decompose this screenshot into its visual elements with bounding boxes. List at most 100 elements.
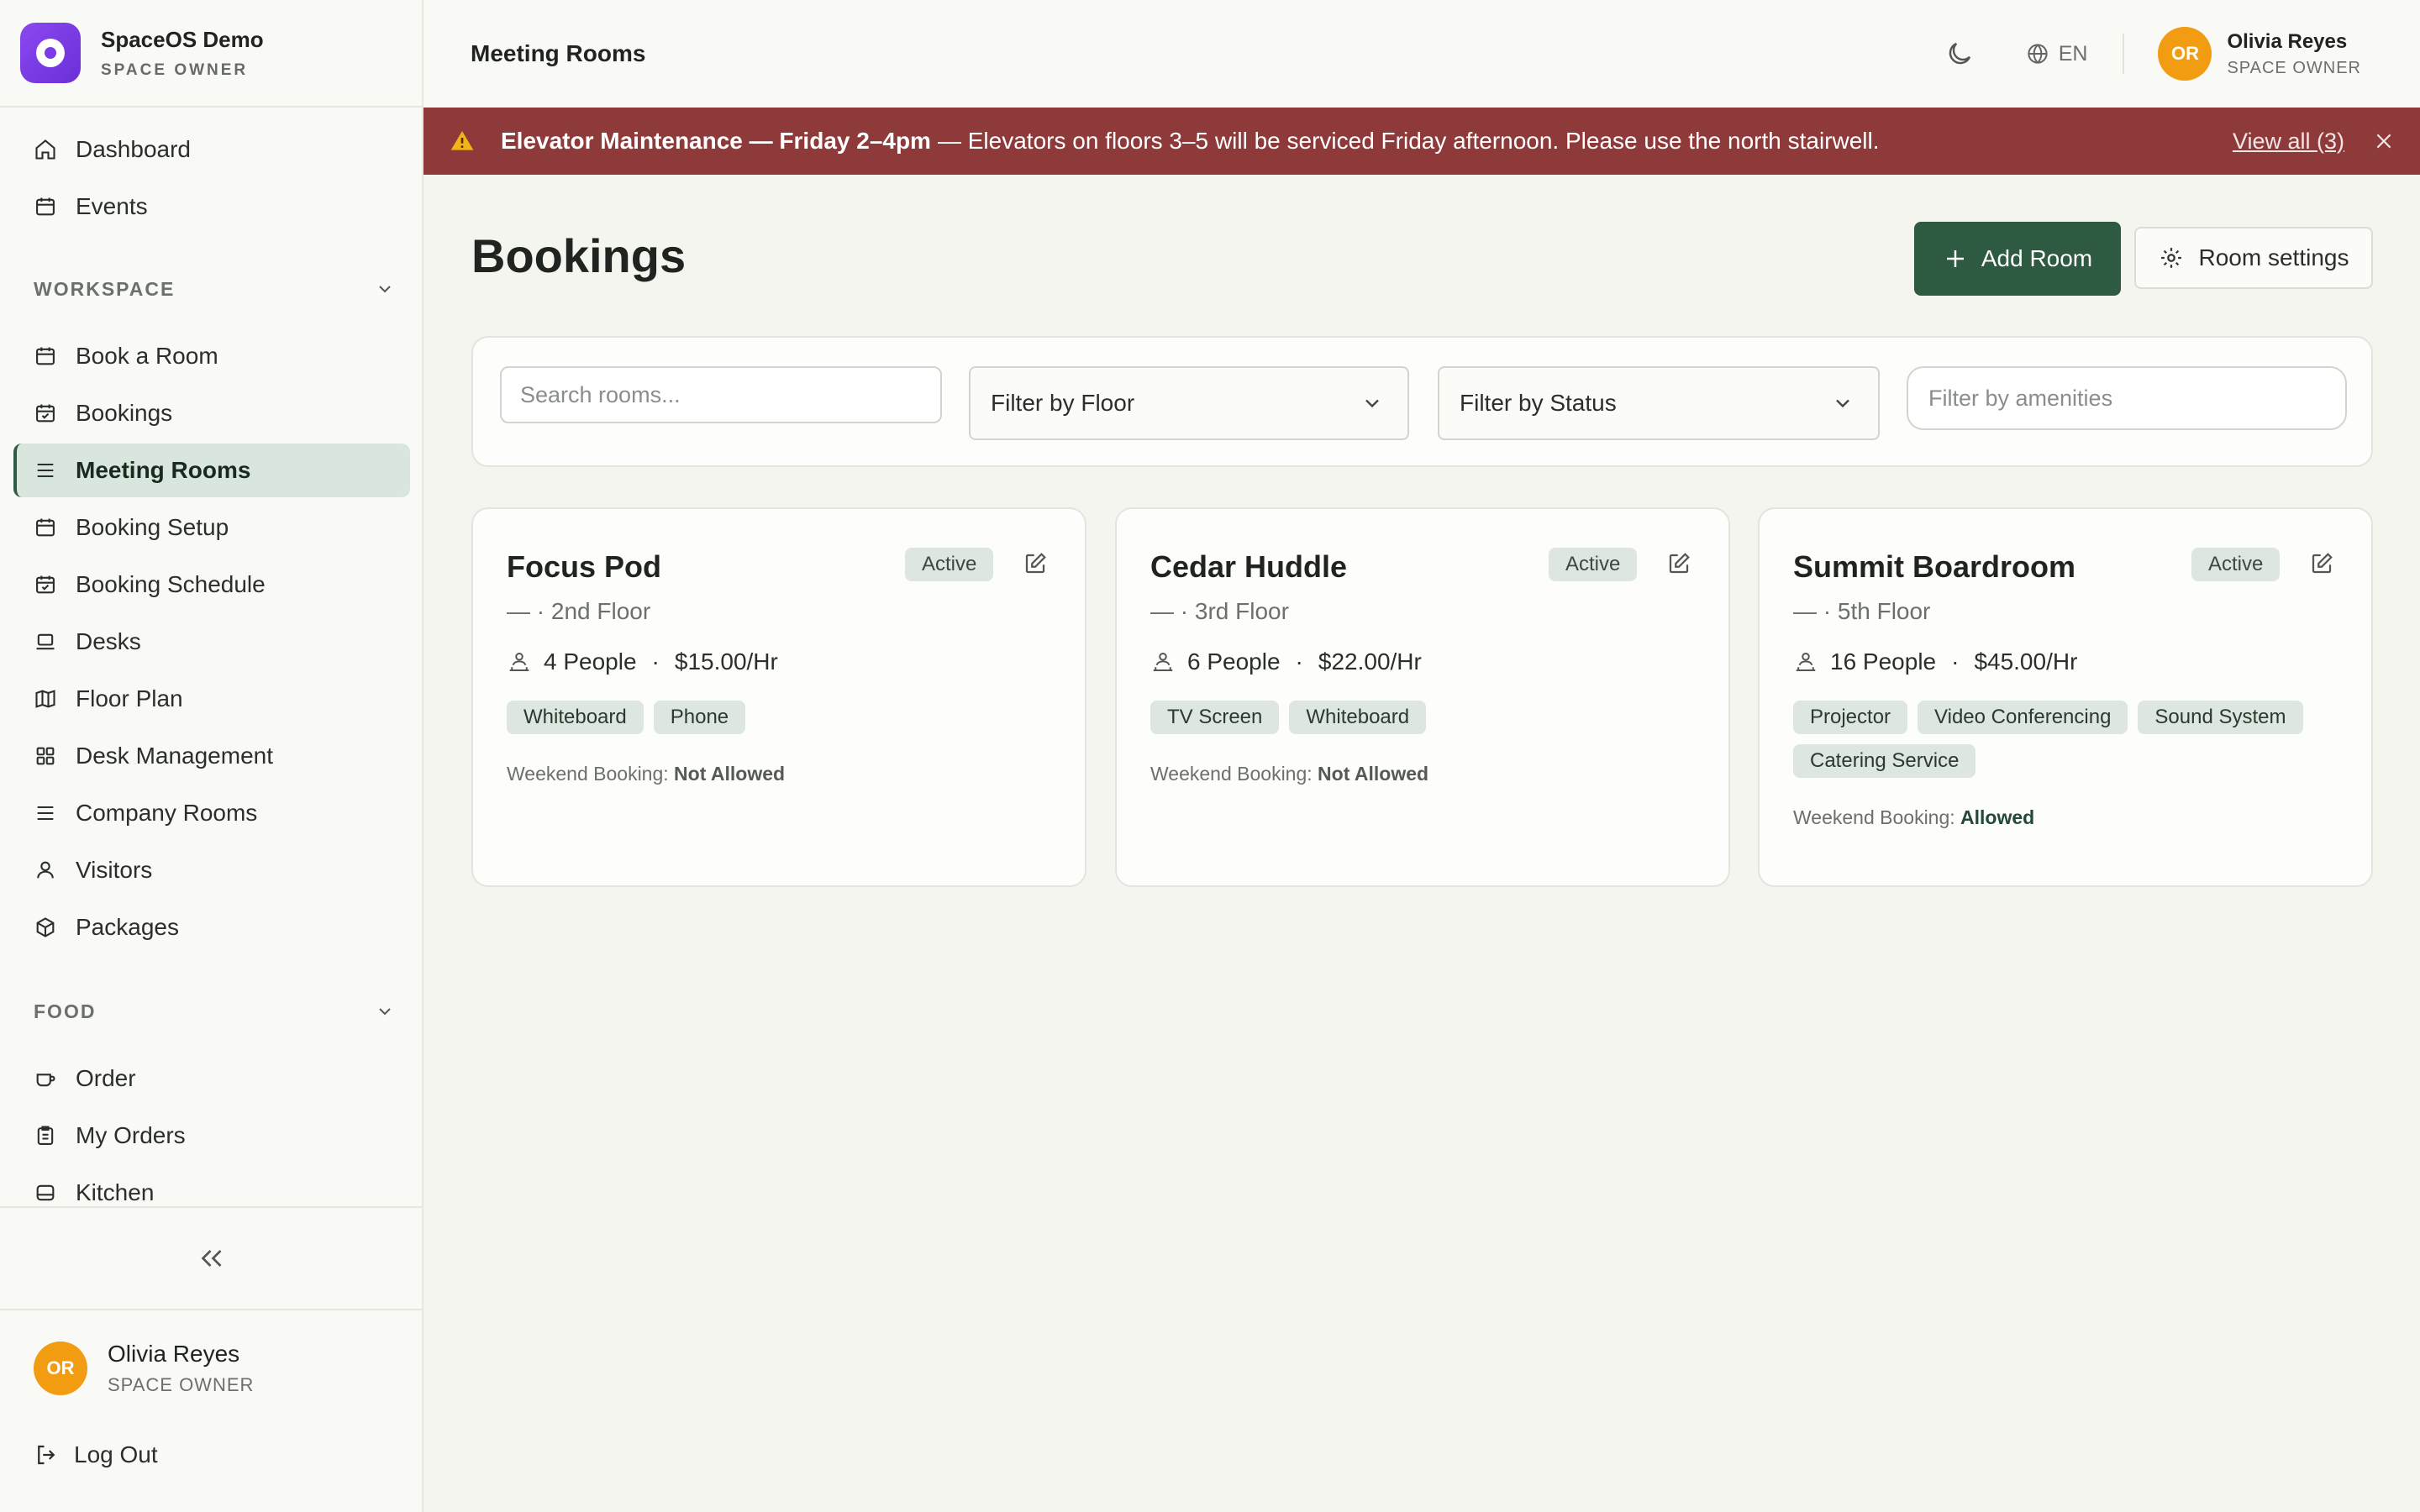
room-price: $22.00/Hr: [1318, 648, 1422, 675]
gear-icon: [2160, 248, 2181, 268]
amenity-tag: Phone: [653, 701, 746, 734]
divider: [2123, 34, 2125, 74]
sidebar-item-order[interactable]: Order: [13, 1052, 410, 1105]
weekend-booking-label: Weekend Booking:: [507, 763, 669, 785]
sidebar-item-desk-management[interactable]: Desk Management: [13, 729, 410, 783]
amenity-tags: Projector Video Conferencing Sound Syste…: [1793, 701, 2348, 778]
logout-icon: [38, 1445, 55, 1465]
people-icon: [1796, 653, 1816, 671]
avatar[interactable]: OR: [2158, 27, 2212, 81]
sidebar-item-label: My Orders: [76, 1122, 186, 1148]
add-room-label: Add Room: [1981, 245, 2093, 271]
sidebar-item-book-a-room[interactable]: Book a Room: [13, 329, 410, 383]
section-food-header[interactable]: FOOD: [34, 995, 395, 1028]
room-card[interactable]: Cedar Huddle Active — · 3rd Floor 6 Peop…: [1115, 507, 1730, 887]
sidebar-item-label: Packages: [76, 914, 179, 940]
calendar-icon: [36, 347, 55, 365]
logout-button[interactable]: Log Out: [34, 1441, 158, 1468]
room-capacity: 16 People: [1830, 648, 1937, 675]
sidebar-user[interactable]: OR Olivia Reyes SPACE OWNER: [34, 1341, 254, 1396]
moon-icon[interactable]: [1944, 39, 1975, 69]
collapse-sidebar-button[interactable]: [0, 1206, 424, 1310]
section-workspace-header[interactable]: WORKSPACE: [34, 272, 395, 306]
sidebar-item-label: Desk Management: [76, 743, 274, 769]
add-room-button[interactable]: Add Room: [1914, 222, 2121, 296]
room-capacity: 4 People: [544, 648, 637, 675]
sidebar-item-company-rooms[interactable]: Company Rooms: [13, 786, 410, 840]
room-floor: — · 2nd Floor: [507, 598, 651, 624]
chevron-down-icon: [1836, 399, 1849, 408]
sidebar-item-kitchen[interactable]: Kitchen: [13, 1166, 410, 1205]
people-icon: [1153, 653, 1173, 671]
sidebar-item-booking-setup[interactable]: Booking Setup: [13, 501, 410, 554]
room-name: Focus Pod: [507, 549, 662, 584]
weekend-booking-label: Weekend Booking:: [1793, 806, 1955, 828]
room-card[interactable]: Focus Pod Active — · 2nd Floor 4 People …: [471, 507, 1086, 887]
search-input[interactable]: Search rooms...: [500, 366, 942, 423]
sidebar-item-label: Order: [76, 1065, 136, 1091]
double-chevron-left-icon: [201, 1250, 222, 1267]
sidebar-item-meeting-rooms[interactable]: Meeting Rooms: [13, 444, 410, 497]
sidebar-item-visitors[interactable]: Visitors: [13, 843, 410, 897]
room-settings-button[interactable]: Room settings: [2134, 227, 2373, 289]
floor-filter-value: Filter by Floor: [991, 390, 1135, 416]
close-icon[interactable]: [2373, 130, 2395, 152]
room-meta: 4 People · $15.00/Hr: [507, 648, 778, 675]
room-settings-label: Room settings: [2198, 244, 2349, 270]
sidebar-item-bookings[interactable]: Bookings: [13, 386, 410, 440]
brand-role: SPACE OWNER: [101, 60, 249, 79]
room-price: $15.00/Hr: [674, 648, 778, 675]
edit-icon[interactable]: [1666, 551, 1691, 576]
user-role: SPACE OWNER: [2227, 58, 2361, 77]
room-capacity: 6 People: [1187, 648, 1281, 675]
clipboard-icon: [37, 1126, 54, 1145]
section-title: FOOD: [34, 1000, 97, 1022]
brand-header[interactable]: SpaceOS Demo SPACE OWNER: [0, 0, 422, 108]
calendar-icon: [36, 518, 55, 537]
sidebar-item-label: Company Rooms: [76, 800, 258, 826]
home-icon: [35, 139, 55, 160]
sidebar-item-dashboard[interactable]: Dashboard: [13, 123, 410, 176]
calendar-check-icon: [36, 575, 55, 594]
language-code: EN: [2058, 41, 2088, 66]
plus-icon: [1946, 250, 1964, 267]
amenity-tag: Video Conferencing: [1918, 701, 2128, 734]
kitchen-icon: [36, 1184, 55, 1201]
chevron-down-icon: [1365, 399, 1379, 408]
amenity-tags: TV Screen Whiteboard: [1150, 701, 1705, 734]
sidebar-item-label: Desks: [76, 628, 141, 654]
status-badge: Active: [905, 548, 994, 581]
sidebar-item-desks[interactable]: Desks: [13, 615, 410, 669]
edit-icon[interactable]: [2309, 551, 2334, 576]
weekend-booking-value: Not Allowed: [674, 763, 786, 785]
status-filter-select[interactable]: Filter by Status: [1438, 366, 1880, 440]
room-floor: — · 5th Floor: [1793, 598, 1931, 624]
floor-filter-select[interactable]: Filter by Floor: [969, 366, 1409, 440]
sidebar-item-label: Floor Plan: [76, 685, 183, 711]
separator-dot: ·: [1295, 648, 1303, 675]
brand-name: SpaceOS Demo: [101, 26, 264, 52]
sidebar-item-booking-schedule[interactable]: Booking Schedule: [13, 558, 410, 612]
sidebar-item-packages[interactable]: Packages: [13, 900, 410, 954]
edit-icon[interactable]: [1023, 551, 1048, 576]
sidebar-item-events[interactable]: Events: [13, 180, 410, 234]
sidebar-item-label: Visitors: [76, 857, 153, 883]
room-meta: 6 People · $22.00/Hr: [1150, 648, 1422, 675]
amenities-filter-input[interactable]: Filter by amenities: [1907, 366, 2347, 430]
sidebar-item-my-orders[interactable]: My Orders: [13, 1109, 410, 1163]
user-name: Olivia Reyes: [108, 1341, 240, 1367]
list-icon: [37, 463, 54, 478]
status-badge: Active: [1549, 548, 1638, 581]
list-icon: [37, 806, 54, 821]
page-breadcrumb: Meeting Rooms: [471, 40, 646, 66]
room-meta: 16 People · $45.00/Hr: [1793, 648, 2077, 675]
banner-message: — Elevators on floors 3–5 will be servic…: [937, 128, 1880, 154]
room-name: Cedar Huddle: [1150, 549, 1348, 584]
weekend-booking: Weekend Booking: Allowed: [1793, 806, 2034, 829]
view-all-announcements-link[interactable]: View all (3): [2233, 129, 2344, 155]
language-switcher[interactable]: EN: [2025, 41, 2088, 66]
laptop-icon: [36, 633, 55, 650]
room-card[interactable]: Summit Boardroom Active — · 5th Floor 16…: [1758, 507, 2373, 887]
sidebar-item-floor-plan[interactable]: Floor Plan: [13, 672, 410, 726]
amenity-tag: Catering Service: [1793, 744, 1976, 778]
